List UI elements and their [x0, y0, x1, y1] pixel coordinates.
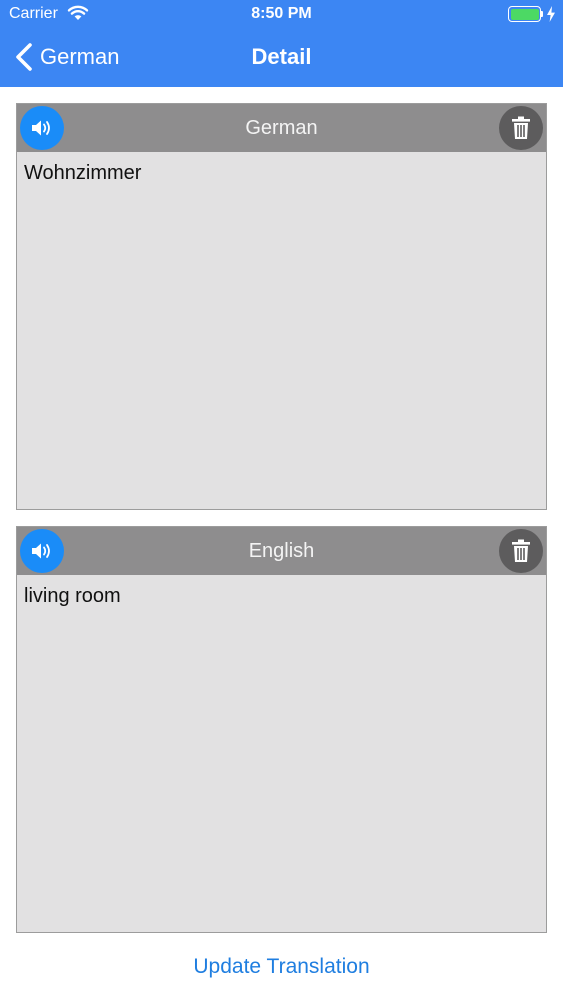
battery-icon	[508, 6, 541, 22]
translation-text-field[interactable]: living room	[24, 585, 534, 925]
translation-card: English living room	[16, 526, 547, 933]
source-text-field[interactable]: Wohnzimmer	[24, 162, 534, 502]
delete-button[interactable]	[499, 106, 543, 150]
speaker-icon	[32, 120, 50, 136]
speak-button[interactable]	[20, 529, 64, 573]
trash-icon	[512, 539, 530, 562]
delete-button[interactable]	[499, 529, 543, 573]
speaker-icon	[32, 543, 50, 559]
speak-button[interactable]	[20, 106, 64, 150]
card-header: English	[17, 527, 546, 575]
status-bar: Carrier 8:50 PM	[0, 0, 563, 28]
update-translation-button[interactable]: Update Translation	[0, 955, 563, 979]
card-header: German	[17, 104, 546, 152]
card-language-label: German	[245, 117, 318, 139]
bolt-icon	[547, 6, 555, 22]
navigation-bar: Carrier 8:50 PM German Detail	[0, 0, 563, 87]
trash-icon	[512, 116, 530, 139]
clock: 8:50 PM	[251, 5, 312, 22]
battery-level	[510, 8, 539, 20]
battery-cap	[541, 11, 543, 17]
source-card: German Wohnzimmer	[16, 103, 547, 510]
card-language-label: English	[248, 540, 315, 562]
page-title: Detail	[251, 44, 312, 69]
